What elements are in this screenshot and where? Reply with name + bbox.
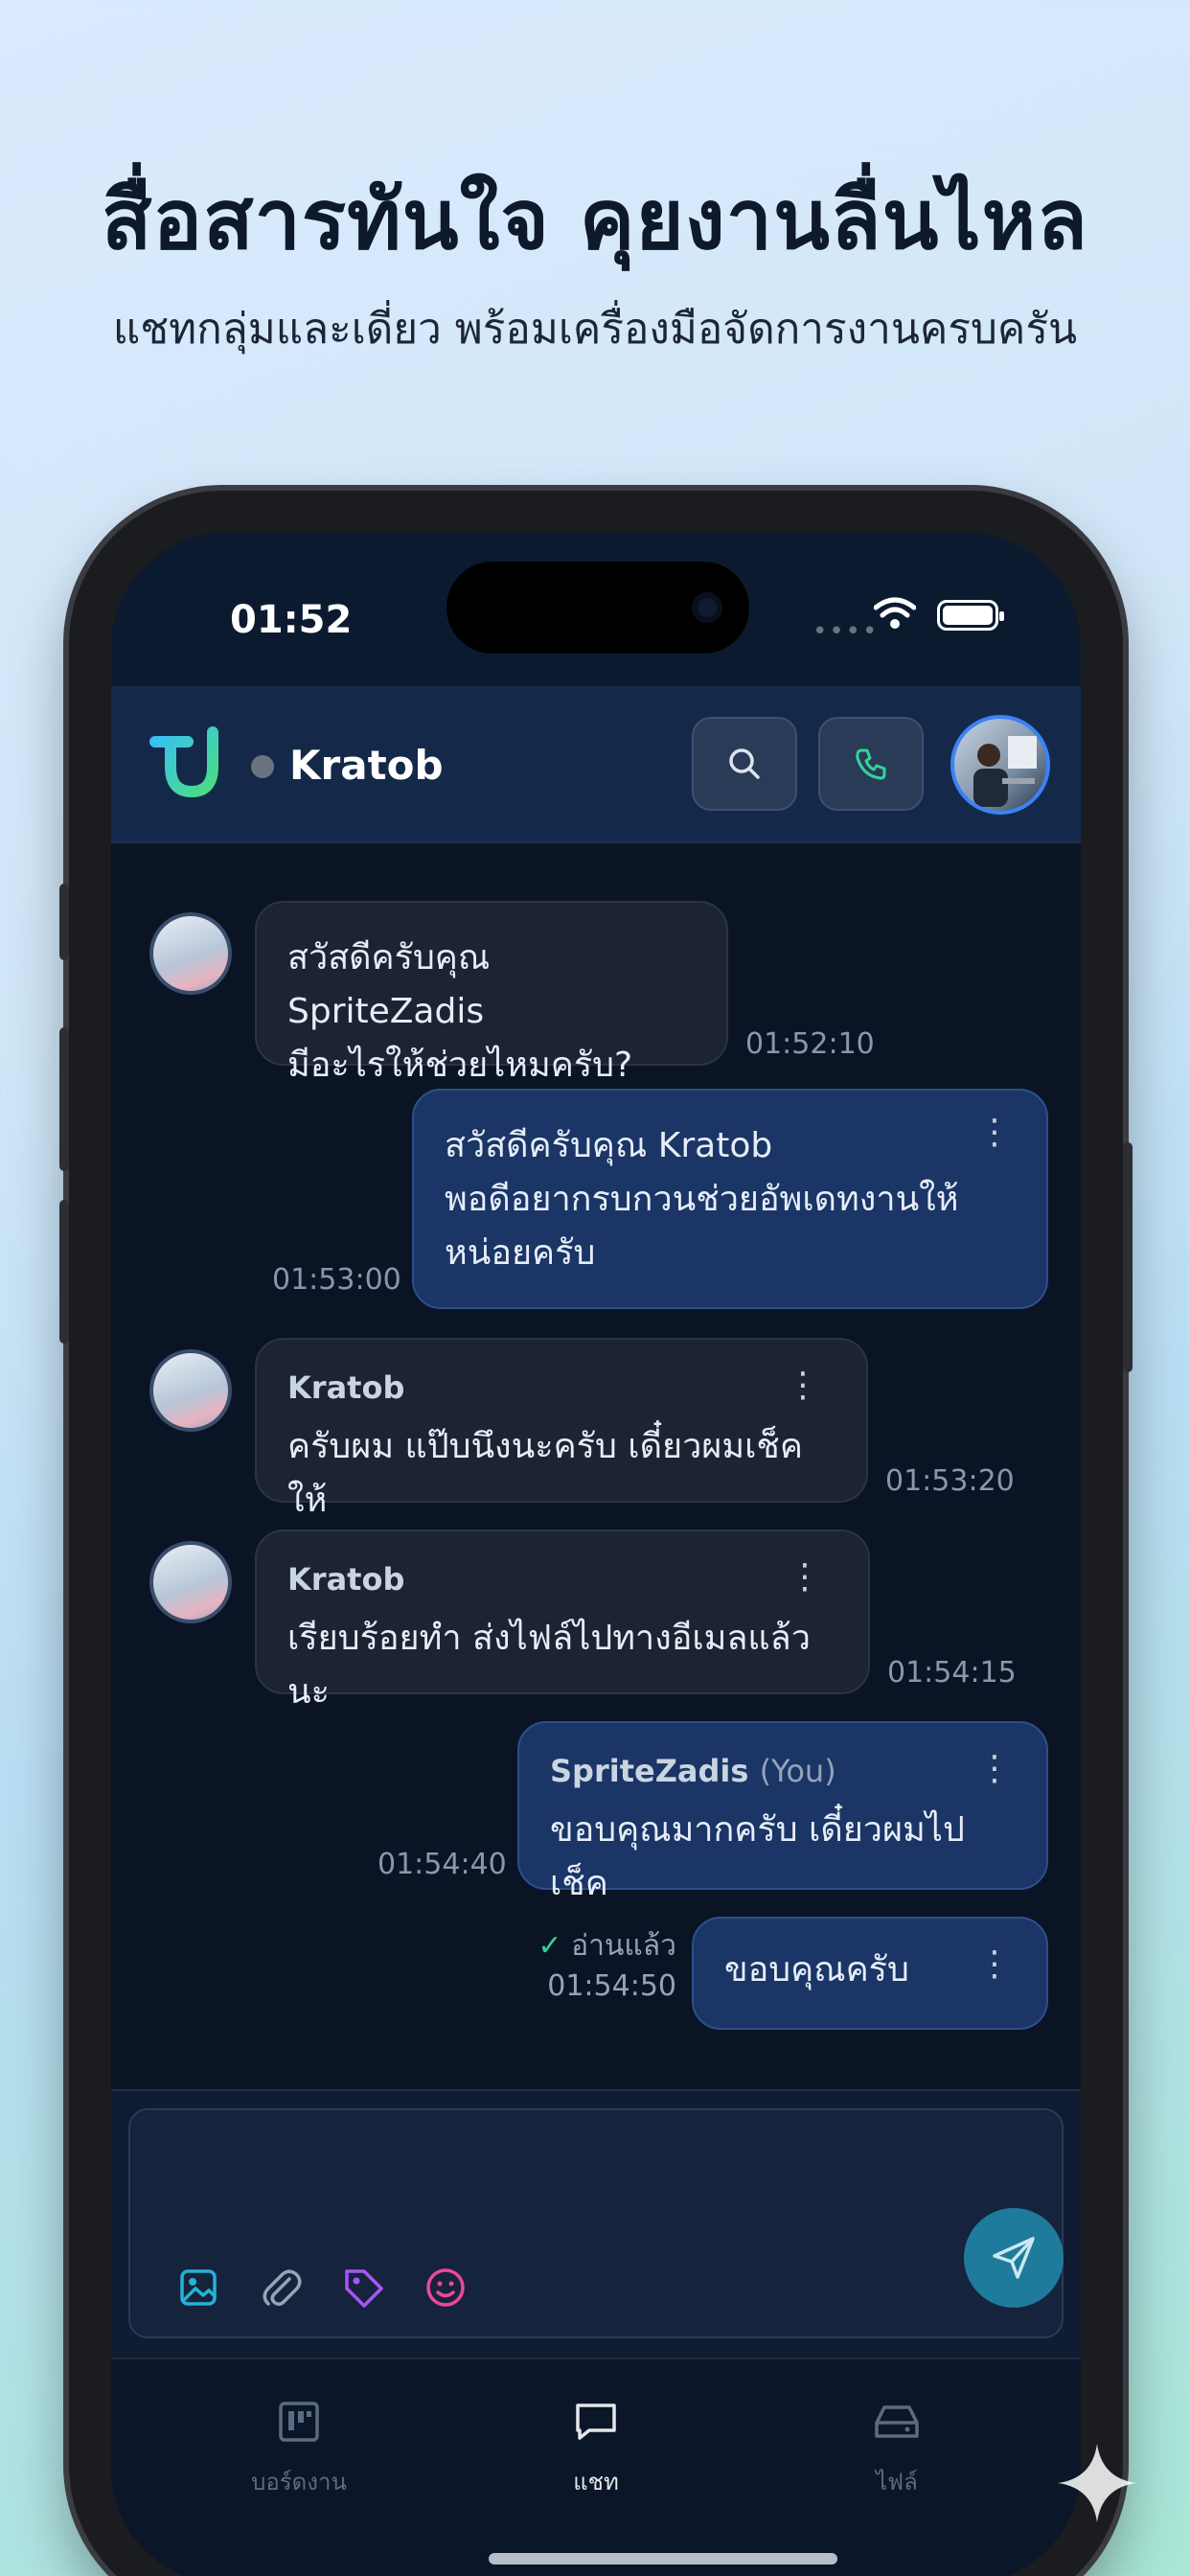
signal-icon: ••••	[812, 617, 880, 646]
phone-icon	[856, 748, 886, 780]
volume-up-button	[59, 1027, 69, 1171]
phone-frame: 01:52 •••• Kratob สวัสดีครับคุณ SpriteZa…	[59, 491, 1133, 2576]
battery-icon	[937, 600, 1004, 631]
avatar[interactable]	[149, 912, 232, 995]
message-bubble[interactable]: สวัสดีครับคุณ SpriteZadis มีอะไรให้ช่วยไ…	[255, 901, 728, 1085]
tab-files[interactable]: ไฟล์	[801, 2398, 993, 2500]
send-icon	[993, 2237, 1035, 2279]
avatar[interactable]	[149, 1541, 232, 1623]
emoji-icon[interactable]	[422, 2264, 469, 2312]
tab-board[interactable]: บอร์ดงาน	[203, 2398, 395, 2500]
hero-subtitle: แชทกลุ่มและเดี่ยว พร้อมเครื่องมือจัดการง…	[112, 305, 1078, 354]
image-icon[interactable]	[174, 2264, 222, 2312]
message-sender: Kratob	[287, 1369, 405, 1406]
message-bubble[interactable]: Kratob ครับผม แป๊บนึงนะครับ เดี๋ยวผมเช็ค…	[255, 1338, 868, 1520]
message-text: สวัสดีครับคุณ Kratob	[445, 1126, 773, 1165]
message-bubble[interactable]: Kratob เรียบร้อยทำ ส่งไฟล์ไปทางอีเมลแล้ว…	[255, 1530, 870, 1712]
message-text: ขอบคุณมากครับ เดี๋ยวผมไปเช็ค	[550, 1810, 965, 1903]
message-timestamp: 01:52:10	[745, 1027, 875, 1061]
message-bubble[interactable]: ขอบคุณครับ ⋮	[692, 1917, 1048, 2030]
sender-name: SpriteZadis	[550, 1753, 749, 1789]
message-input[interactable]	[128, 2108, 1064, 2338]
message-list[interactable]: สวัสดีครับคุณ SpriteZadis มีอะไรให้ช่วยไ…	[111, 843, 1081, 2089]
dynamic-island	[446, 562, 749, 654]
message-text: ขอบคุณครับ	[724, 1950, 909, 1990]
drive-icon	[875, 2405, 919, 2438]
tab-label: ไฟล์	[876, 2469, 918, 2496]
wifi-icon	[874, 597, 916, 629]
tab-label: บอร์ดงาน	[251, 2469, 347, 2496]
tag-icon[interactable]	[339, 2264, 387, 2312]
more-options-icon[interactable]: ⋮	[977, 1752, 1012, 1786]
message-text: เรียบร้อยทำ ส่งไฟล์ไปทางอีเมลแล้วนะ	[287, 1619, 811, 1712]
composer-area	[111, 2089, 1081, 2358]
message-timestamp: 01:53:00	[272, 1263, 401, 1297]
attachment-icon[interactable]	[257, 2264, 305, 2312]
avatar[interactable]	[149, 1349, 232, 1432]
action-button	[59, 884, 69, 960]
more-options-icon[interactable]: ⋮	[977, 1116, 1012, 1150]
check-icon: ✓	[538, 1929, 562, 1963]
tab-label: แชท	[573, 2469, 619, 2496]
message-bubble[interactable]: SpriteZadis (You) ขอบคุณมากครับ เดี๋ยวผม…	[517, 1721, 1048, 1903]
message-timestamp: 01:54:40	[378, 1848, 507, 1881]
message-timestamp: 01:53:20	[885, 1464, 1015, 1498]
presence-indicator	[251, 755, 274, 778]
more-options-icon[interactable]: ⋮	[977, 1947, 1012, 1982]
bottom-tab-bar: บอร์ดงาน แชท ไฟล์	[111, 2358, 1081, 2576]
chat-icon	[576, 2404, 616, 2440]
app-logo-icon	[149, 726, 218, 797]
call-button[interactable]	[818, 717, 924, 811]
camera-icon	[692, 592, 722, 623]
message-text: พอดีอยากรบกวนช่วยอัพเดทงานให้	[445, 1180, 959, 1219]
message-sender: Kratob	[287, 1561, 405, 1598]
status-time: 01:52	[230, 598, 353, 642]
hero-title: สื่อสารทันใจ คุยงานลื่นไหล	[101, 172, 1089, 268]
volume-down-button	[59, 1200, 69, 1344]
status-bar: 01:52 ••••	[111, 533, 1081, 686]
power-button	[1123, 1142, 1133, 1372]
message-text: ครับผม แป๊บนึงนะครับ เดี๋ยวผมเช็คให้	[287, 1427, 803, 1520]
send-button[interactable]	[964, 2208, 1064, 2308]
tab-chat[interactable]: แชท	[500, 2398, 692, 2500]
more-options-icon[interactable]: ⋮	[786, 1368, 820, 1403]
profile-avatar[interactable]	[950, 715, 1050, 815]
message-timestamp: 01:54:50	[547, 1969, 676, 2003]
home-indicator[interactable]	[489, 2553, 837, 2564]
message-text: มีอะไรให้ช่วยไหมครับ?	[287, 1046, 633, 1085]
person-photo-icon	[973, 736, 1037, 807]
search-button[interactable]	[692, 717, 797, 811]
contact-name: Kratob	[289, 742, 444, 789]
you-label: (You)	[759, 1753, 836, 1789]
message-bubble[interactable]: สวัสดีครับคุณ Kratob พอดีอยากรบกวนช่วยอั…	[412, 1089, 1048, 1309]
search-icon	[729, 748, 760, 779]
phone-screen: 01:52 •••• Kratob สวัสดีครับคุณ SpriteZa…	[111, 533, 1081, 2576]
message-text: หน่อยครับ	[445, 1233, 596, 1273]
read-receipt: ✓ อ่านแล้ว 01:54:50	[418, 1926, 676, 2007]
sparkle-icon	[1058, 2444, 1136, 2522]
read-label: อ่านแล้ว	[571, 1929, 676, 1963]
more-options-icon[interactable]: ⋮	[788, 1560, 822, 1595]
message-text: สวัสดีครับคุณ SpriteZadis	[287, 938, 491, 1031]
message-timestamp: 01:54:15	[887, 1656, 1017, 1690]
board-icon	[279, 2402, 319, 2442]
chat-header: Kratob	[111, 686, 1081, 843]
message-sender: SpriteZadis (You)	[550, 1752, 1016, 1790]
